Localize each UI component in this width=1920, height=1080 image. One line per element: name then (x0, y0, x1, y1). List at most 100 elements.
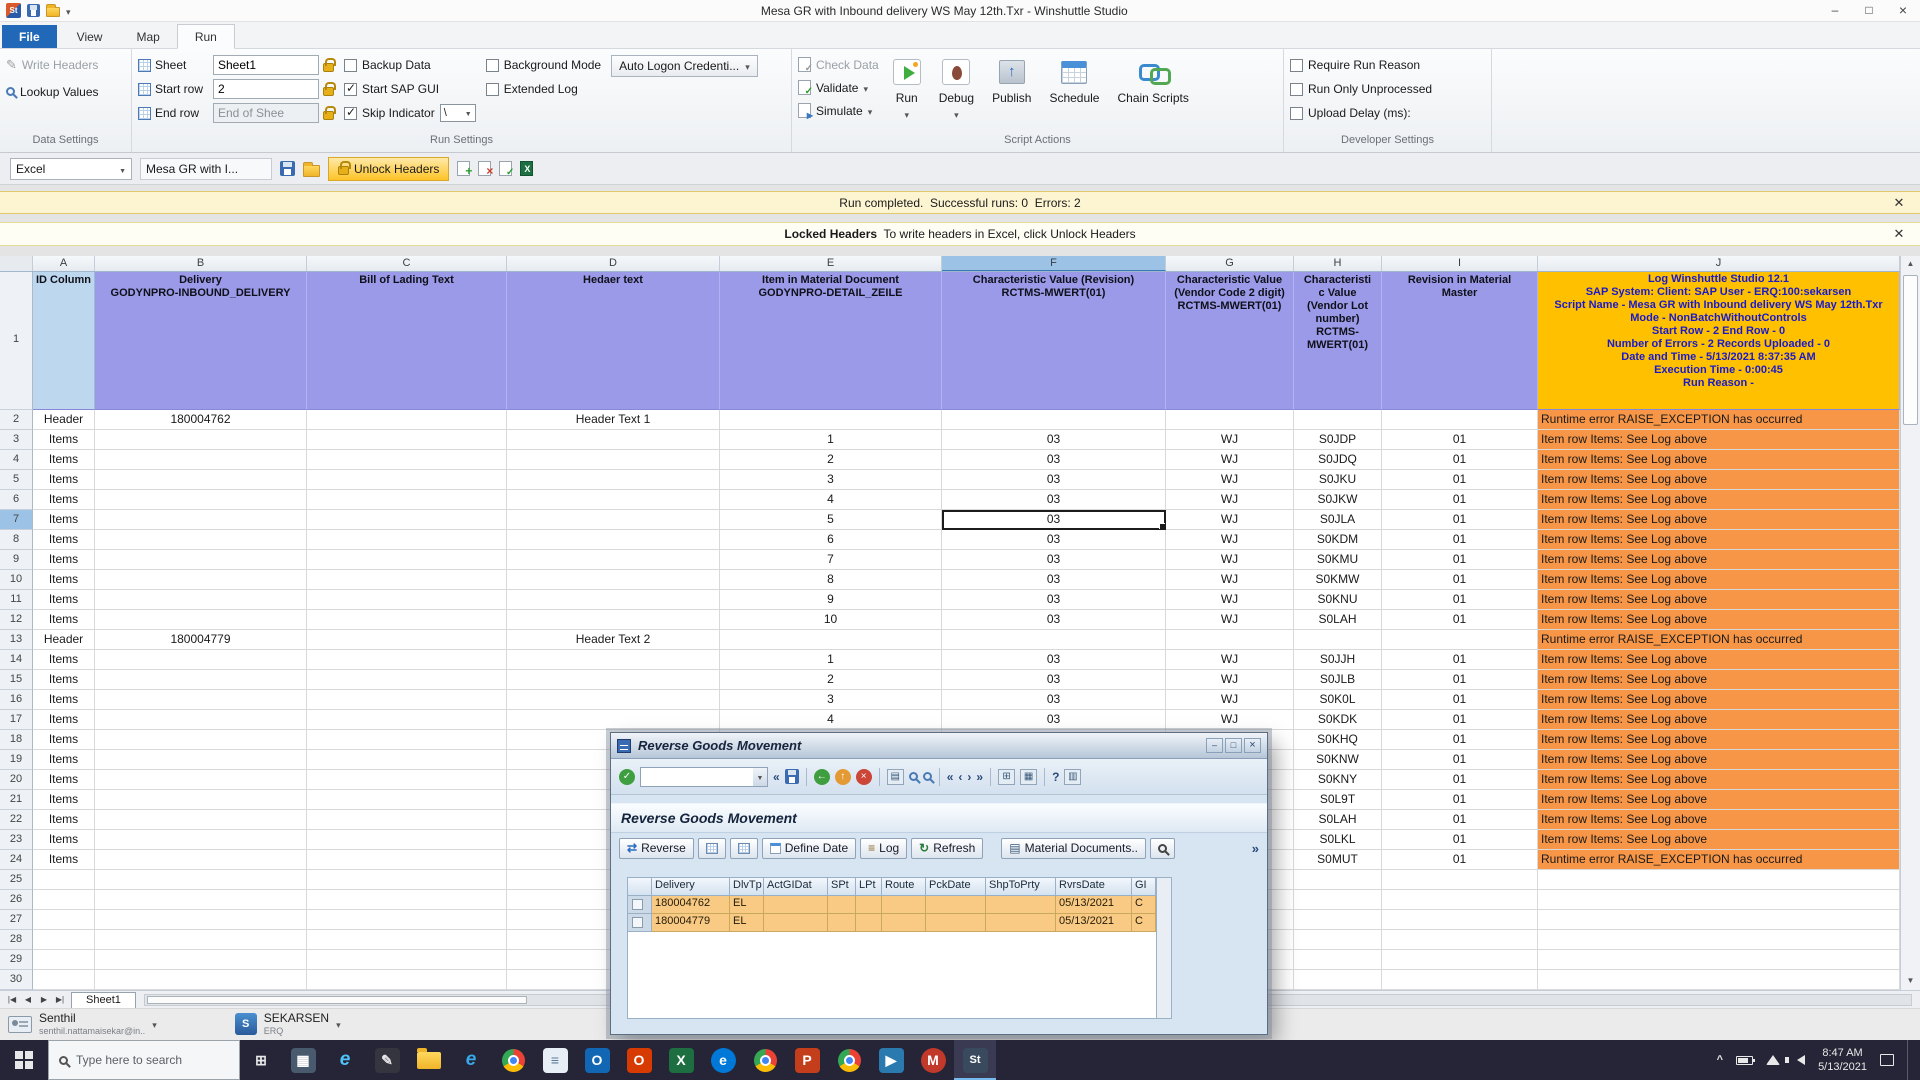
cell-J3[interactable]: Item row Items: See Log above (1538, 430, 1900, 450)
cell-E6[interactable]: 4 (720, 490, 942, 510)
cell-I6[interactable]: 01 (1382, 490, 1538, 510)
cell-E17[interactable]: 4 (720, 710, 942, 730)
first-sheet-icon[interactable] (4, 995, 20, 1004)
cell-G17[interactable]: WJ (1166, 710, 1294, 730)
cell-C26[interactable] (307, 890, 507, 910)
column-header-I[interactable]: I (1382, 256, 1538, 271)
cell-H3[interactable]: S0JDP (1294, 430, 1382, 450)
delivery-row-2[interactable]: 180004779EL05/13/2021C (628, 914, 1171, 932)
cell-F5[interactable]: 03 (942, 470, 1166, 490)
close-locked-headers-icon[interactable] (1890, 226, 1908, 242)
chain-scripts-button[interactable]: Chain Scripts (1113, 53, 1192, 130)
cell-I7[interactable]: 01 (1382, 510, 1538, 530)
command-input[interactable] (641, 771, 753, 783)
cell-H17[interactable]: S0KDK (1294, 710, 1382, 730)
cell-I10[interactable]: 01 (1382, 570, 1538, 590)
start-row-input[interactable] (213, 79, 319, 99)
column-header-F[interactable]: F (942, 256, 1166, 271)
cell-H14[interactable]: S0JJH (1294, 650, 1382, 670)
cell-J8[interactable]: Item row Items: See Log above (1538, 530, 1900, 550)
cell-G8[interactable]: WJ (1166, 530, 1294, 550)
cell-A25[interactable] (33, 870, 95, 890)
cell-D8[interactable] (507, 530, 720, 550)
cell-C12[interactable] (307, 610, 507, 630)
previous-page-icon[interactable]: ‹ (958, 770, 962, 784)
cell-H5[interactable]: S0JKU (1294, 470, 1382, 490)
cell-C24[interactable] (307, 850, 507, 870)
vertical-scrollbar[interactable]: ▲ ▼ (1900, 256, 1920, 990)
column-header-H[interactable]: H (1294, 256, 1382, 271)
reverse-button[interactable]: Reverse (619, 838, 694, 859)
cell-J29[interactable] (1538, 950, 1900, 970)
sheet-lock-icon[interactable] (323, 63, 334, 72)
grid-view-button[interactable] (698, 838, 726, 859)
column-header-E[interactable]: E (720, 256, 942, 271)
cell-J13[interactable]: Runtime error RAISE_EXCEPTION has occurr… (1538, 630, 1900, 650)
cell-G11[interactable]: WJ (1166, 590, 1294, 610)
cell-J22[interactable]: Item row Items: See Log above (1538, 810, 1900, 830)
scrollbar-thumb[interactable] (1903, 275, 1918, 425)
row-header-29[interactable]: 29 (0, 950, 33, 970)
detail-view-button[interactable] (730, 838, 758, 859)
row-header-28[interactable]: 28 (0, 930, 33, 950)
cell-B3[interactable] (95, 430, 307, 450)
ribbon-tab-view[interactable]: View (60, 25, 120, 48)
cell-A17[interactable]: Items (33, 710, 95, 730)
cell-A15[interactable]: Items (33, 670, 95, 690)
cell-A6[interactable]: Items (33, 490, 95, 510)
horizontal-scrollbar-thumb[interactable] (147, 996, 527, 1004)
back-icon[interactable]: ← (814, 769, 830, 785)
cell-A19[interactable]: Items (33, 750, 95, 770)
cell-J28[interactable] (1538, 930, 1900, 950)
create-shortcut-icon[interactable]: ▦ (1020, 769, 1037, 785)
row-header-9[interactable]: 9 (0, 550, 33, 570)
cell-B24[interactable] (95, 850, 307, 870)
cell-A28[interactable] (33, 930, 95, 950)
row-selector[interactable] (628, 914, 652, 932)
row-header-5[interactable]: 5 (0, 470, 33, 490)
define-date-button[interactable]: Define Date (762, 838, 856, 859)
cell-H11[interactable]: S0KNU (1294, 590, 1382, 610)
row-header-21[interactable]: 21 (0, 790, 33, 810)
cell-G3[interactable]: WJ (1166, 430, 1294, 450)
cell-E13[interactable] (720, 630, 942, 650)
cell-F10[interactable]: 03 (942, 570, 1166, 590)
next-sheet-icon[interactable] (36, 995, 52, 1004)
cell-B27[interactable] (95, 910, 307, 930)
cell-C21[interactable] (307, 790, 507, 810)
powerpoint-icon[interactable]: P (786, 1040, 828, 1080)
debug-button[interactable]: Debug (935, 53, 978, 130)
cell-D15[interactable] (507, 670, 720, 690)
cell-I5[interactable]: 01 (1382, 470, 1538, 490)
cell-A24[interactable]: Items (33, 850, 95, 870)
row-header-1[interactable]: 1 (0, 272, 33, 410)
cell-G13[interactable] (1166, 630, 1294, 650)
cell-G4[interactable]: WJ (1166, 450, 1294, 470)
cell-C5[interactable] (307, 470, 507, 490)
cell-C22[interactable] (307, 810, 507, 830)
chrome-icon[interactable] (492, 1040, 534, 1080)
cell-B10[interactable] (95, 570, 307, 590)
cell-C28[interactable] (307, 930, 507, 950)
cell-I4[interactable]: 01 (1382, 450, 1538, 470)
cell-C14[interactable] (307, 650, 507, 670)
cell-E14[interactable]: 1 (720, 650, 942, 670)
cell-I28[interactable] (1382, 930, 1538, 950)
cell-A30[interactable] (33, 970, 95, 990)
run-button[interactable]: Run (889, 53, 925, 130)
cell-C18[interactable] (307, 730, 507, 750)
media-app-icon[interactable]: ▶ (870, 1040, 912, 1080)
row-header-20[interactable]: 20 (0, 770, 33, 790)
row-header-4[interactable]: 4 (0, 450, 33, 470)
next-page-icon[interactable]: › (967, 770, 971, 784)
unlock-headers-button[interactable]: Unlock Headers (328, 157, 449, 181)
cell-F15[interactable]: 03 (942, 670, 1166, 690)
cell-A7[interactable]: Items (33, 510, 95, 530)
cell-F16[interactable]: 03 (942, 690, 1166, 710)
cell-J11[interactable]: Item row Items: See Log above (1538, 590, 1900, 610)
table-column-gi[interactable]: GI (1132, 878, 1156, 896)
cell-F17[interactable]: 03 (942, 710, 1166, 730)
start-sap-gui-checkbox[interactable] (344, 83, 357, 96)
collapse-icon[interactable]: « (773, 770, 780, 784)
cell-I15[interactable]: 01 (1382, 670, 1538, 690)
